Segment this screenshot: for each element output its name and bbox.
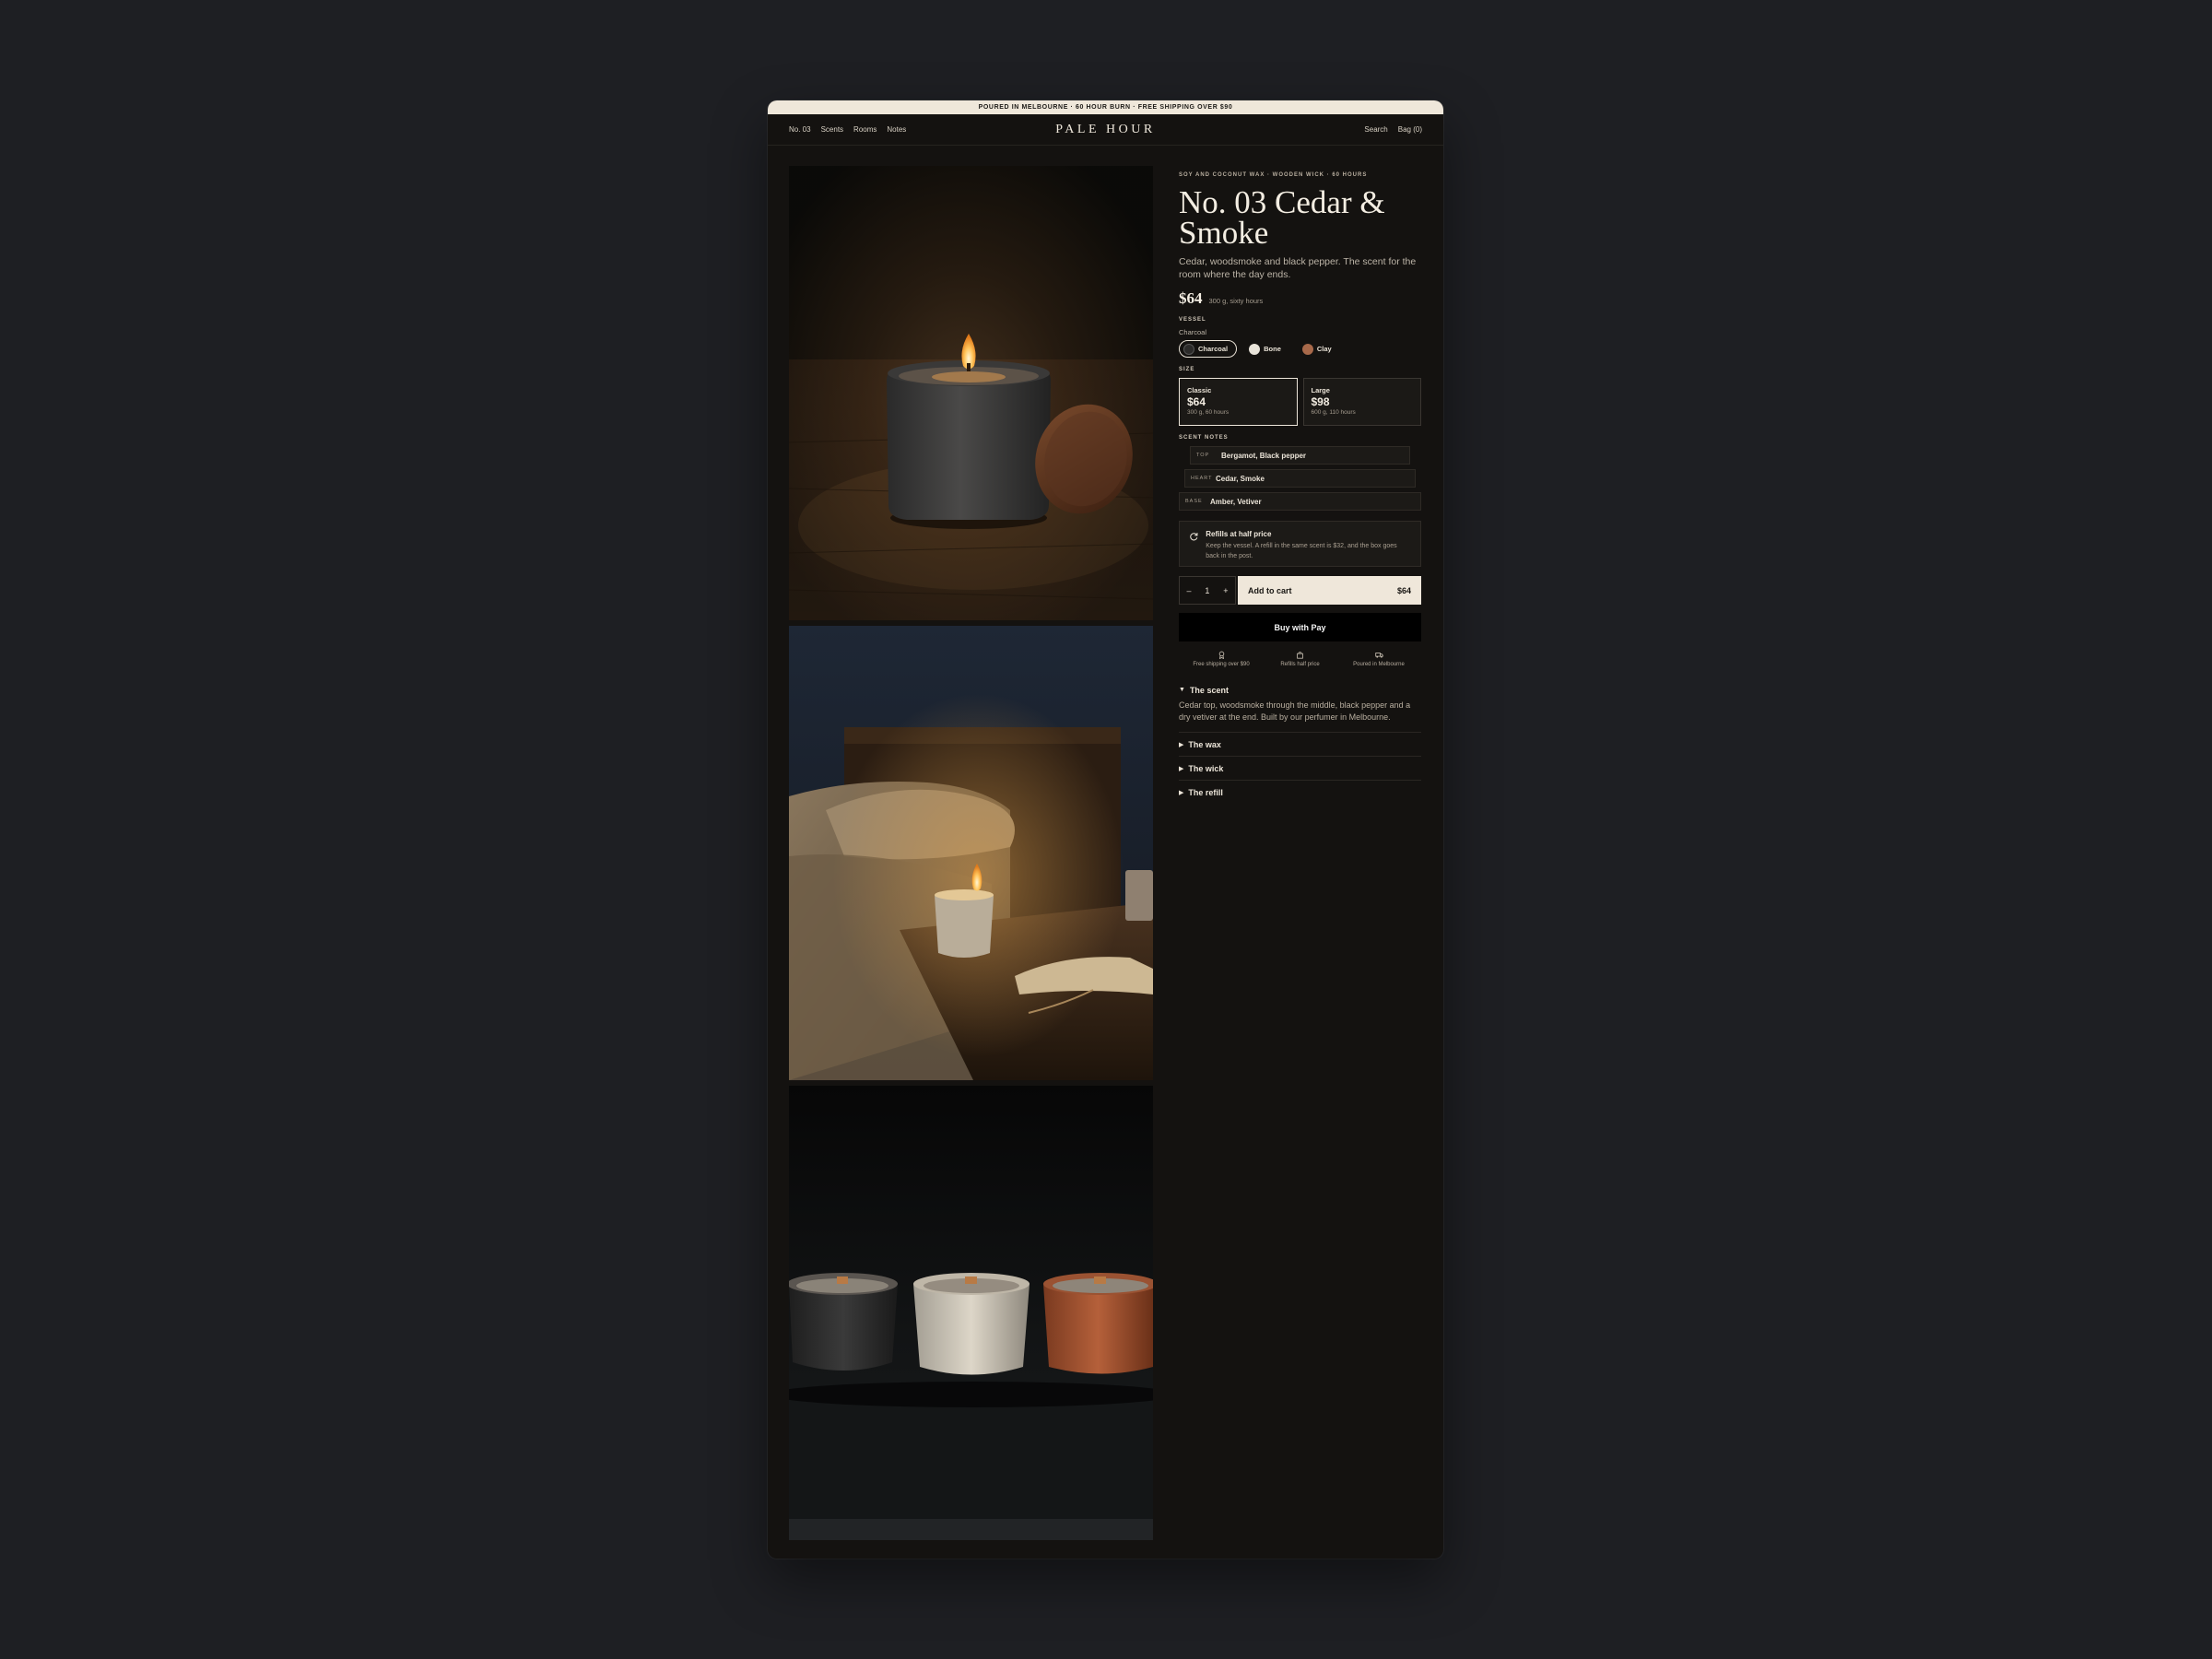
product-info: SOY AND COCONUT WAX · WOODEN WICK · 60 H… xyxy=(1179,172,1421,804)
top-nav: No. 03 Scents Rooms Notes PALE HOUR Sear… xyxy=(768,114,1443,146)
accordion-item-wick: ▶ The wick xyxy=(1179,757,1421,781)
nav-links: No. 03 Scents Rooms Notes xyxy=(789,125,906,134)
accordion-title: The wax xyxy=(1188,739,1221,749)
perk-shipping: Free shipping over $90 xyxy=(1187,651,1255,667)
apple-pay-button[interactable]: Buy with Pay xyxy=(1179,613,1421,641)
nav-actions: Search Bag (0) xyxy=(1364,125,1422,134)
bag-icon xyxy=(1297,652,1303,659)
nav-link-rooms[interactable]: Rooms xyxy=(853,125,877,134)
accordion-body-scent: Cedar top, woodsmoke through the middle,… xyxy=(1179,700,1411,722)
nav-link-notes[interactable]: Notes xyxy=(887,125,906,134)
product-eyebrow: SOY AND COCONUT WAX · WOODEN WICK · 60 H… xyxy=(1179,172,1368,178)
refresh-icon xyxy=(1190,533,1198,541)
perk-refills: Refills half price xyxy=(1266,651,1335,667)
vessel-swatches: Charcoal Bone Clay xyxy=(1179,340,1421,358)
truck-icon xyxy=(1374,653,1383,658)
perk-label: Free shipping over $90 xyxy=(1193,662,1250,667)
accordion-toggle-wax[interactable]: ▶ The wax xyxy=(1179,733,1421,756)
size-options: Classic $64 300 g, 60 hours Large $98 60… xyxy=(1179,378,1421,426)
perk-label: Refills half price xyxy=(1280,662,1320,667)
add-to-cart-button[interactable]: Add to cart $64 xyxy=(1238,576,1421,605)
accordion-toggle-wick[interactable]: ▶ The wick xyxy=(1179,757,1421,780)
swatch-dot-charcoal xyxy=(1183,343,1194,355)
refill-callout: Refills at half price Keep the vessel. A… xyxy=(1179,521,1421,567)
note-key: HEART xyxy=(1191,476,1213,481)
vessel-option-label: Bone xyxy=(1264,345,1281,353)
note-value: Bergamot, Black pepper xyxy=(1221,451,1307,460)
accordion-title: The wick xyxy=(1188,763,1224,773)
price-subtitle: 300 g, sixty hours xyxy=(1208,297,1264,305)
quantity-stepper: – 1 + xyxy=(1179,576,1236,605)
cart-row: – 1 + Add to cart $64 xyxy=(1179,576,1421,605)
size-name: Large xyxy=(1311,386,1330,394)
scent-note-heart: HEART Cedar, Smoke xyxy=(1184,469,1416,488)
size-name: Classic xyxy=(1187,386,1212,394)
product-photo-vessel-trio[interactable] xyxy=(789,1086,1153,1540)
nav-link-no03[interactable]: No. 03 xyxy=(789,125,811,134)
accordion-item-wax: ▶ The wax xyxy=(1179,733,1421,757)
accordion-toggle-scent[interactable]: ▼ The scent xyxy=(1179,678,1421,701)
size-price: $64 xyxy=(1187,395,1206,408)
quantity-increase-button[interactable]: + xyxy=(1223,586,1228,595)
bag-link[interactable]: Bag (0) xyxy=(1398,125,1422,134)
nav-link-scents[interactable]: Scents xyxy=(821,125,843,134)
accordion-title: The refill xyxy=(1188,787,1223,797)
scent-notes: TOP Bergamot, Black pepper HEART Cedar, … xyxy=(1179,446,1421,511)
browser-frame: POURED IN MELBOURNE · 60 HOUR BURN · FRE… xyxy=(768,100,1443,1559)
product-photo-bedside[interactable] xyxy=(789,626,1153,1080)
note-value: Cedar, Smoke xyxy=(1216,474,1265,483)
quantity-value[interactable]: 1 xyxy=(1205,586,1209,595)
vessel-selected-value: Charcoal xyxy=(1179,328,1207,336)
scent-note-top: TOP Bergamot, Black pepper xyxy=(1190,446,1410,465)
caret-right-icon: ▶ xyxy=(1179,741,1184,748)
brand-logo[interactable]: PALE HOUR xyxy=(1055,123,1155,137)
vessel-option-clay[interactable]: Clay xyxy=(1298,340,1341,358)
search-link[interactable]: Search xyxy=(1364,125,1387,134)
accordion-title: The scent xyxy=(1189,685,1229,695)
refill-title: Refills at half price xyxy=(1206,530,1272,538)
vessel-option-charcoal[interactable]: Charcoal xyxy=(1179,340,1238,358)
caret-right-icon: ▶ xyxy=(1179,789,1184,796)
product-price: $64 xyxy=(1179,289,1203,307)
caret-down-icon: ▼ xyxy=(1179,687,1185,693)
quantity-decrease-button[interactable]: – xyxy=(1186,586,1191,595)
size-price: $98 xyxy=(1311,395,1330,408)
vessel-option-bone[interactable]: Bone xyxy=(1244,340,1290,358)
add-to-cart-label: Add to cart xyxy=(1248,585,1292,595)
refill-description: Keep the vessel. A refill in the same sc… xyxy=(1206,543,1397,559)
price-row: $64 300 g, sixty hours xyxy=(1179,289,1421,308)
accordion-item-scent: ▼ The scent Cedar top, woodsmoke through… xyxy=(1179,678,1421,733)
product-description: Cedar, woodsmoke and black pepper. The s… xyxy=(1179,256,1417,280)
product-accordion: ▼ The scent Cedar top, woodsmoke through… xyxy=(1179,678,1421,804)
announcement-bar: POURED IN MELBOURNE · 60 HOUR BURN · FRE… xyxy=(768,100,1443,114)
refill-text: Refills at half price Keep the vessel. A… xyxy=(1206,530,1411,559)
size-detail: 300 g, 60 hours xyxy=(1187,409,1230,416)
scent-note-base: BASE Amber, Vetiver xyxy=(1179,492,1421,511)
note-key: BASE xyxy=(1185,499,1203,504)
product-photo-candle-lid[interactable] xyxy=(789,166,1153,620)
vessel-option-label: Charcoal xyxy=(1198,345,1229,353)
vessel-label: VESSEL xyxy=(1179,317,1206,323)
size-detail: 600 g, 110 hours xyxy=(1311,409,1356,416)
caret-right-icon: ▶ xyxy=(1179,765,1184,772)
size-option-classic[interactable]: Classic $64 300 g, 60 hours xyxy=(1179,378,1298,426)
accordion-item-refill: ▶ The refill xyxy=(1179,781,1421,804)
perk-melbourne: Poured in Melbourne xyxy=(1345,651,1413,667)
add-to-cart-price: $64 xyxy=(1396,585,1411,595)
note-key: TOP xyxy=(1196,453,1210,458)
product-gallery xyxy=(789,166,1153,1546)
size-label: SIZE xyxy=(1179,367,1195,372)
scent-notes-label: SCENT NOTES xyxy=(1179,435,1229,441)
perks-row: Free shipping over $90 Refills half pric… xyxy=(1179,651,1421,667)
vessel-option-label: Clay xyxy=(1316,345,1332,353)
swatch-dot-clay xyxy=(1301,343,1313,355)
product-title: No. 03 Cedar & Smoke xyxy=(1179,184,1385,251)
award-icon xyxy=(1218,651,1224,659)
note-value: Amber, Vetiver xyxy=(1210,497,1262,506)
swatch-dot-bone xyxy=(1249,343,1261,355)
accordion-toggle-refill[interactable]: ▶ The refill xyxy=(1179,781,1421,804)
perk-label: Poured in Melbourne xyxy=(1353,662,1405,667)
size-option-large[interactable]: Large $98 600 g, 110 hours xyxy=(1302,378,1421,426)
